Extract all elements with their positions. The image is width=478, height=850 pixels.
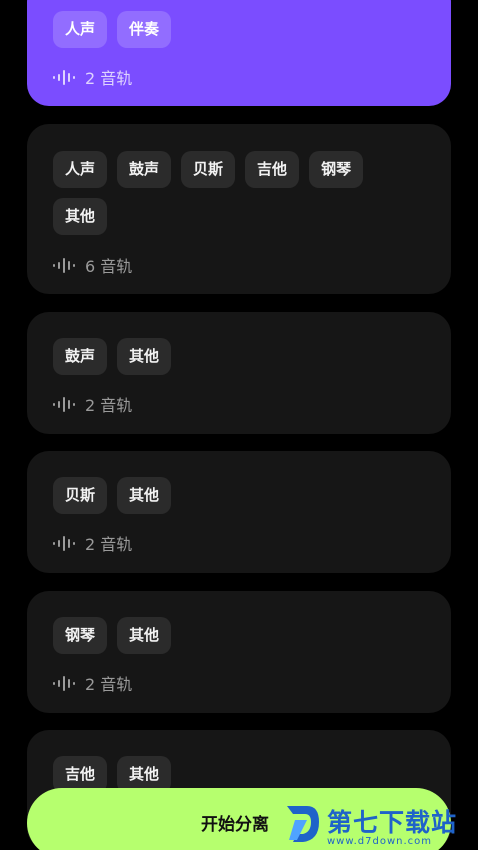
waveform-icon [53,396,75,412]
tag-drums: 鼓声 [117,151,172,188]
tag-other: 其他 [117,338,172,375]
tag-drums: 鼓声 [53,338,108,375]
tag-vocals: 人声 [53,151,108,188]
waveform-icon [53,257,75,273]
watermark-logo: 第七下载站 www.d7down.com [283,798,478,850]
waveform-icon [53,675,75,691]
tag-bass: 贝斯 [181,151,236,188]
track-count: 6 音轨 [85,257,133,276]
track-count: 2 音轨 [85,675,133,694]
option-card-piano-other[interactable]: 钢琴 其他 2 音轨 [27,591,451,713]
watermark-url: www.d7down.com [327,836,433,847]
d7-logo-icon [287,806,319,842]
tag-guitar: 吉他 [245,151,300,188]
option-card-six-tracks[interactable]: 人声 鼓声 贝斯 吉他 钢琴 其他 6 音轨 [27,124,451,294]
option-card-bass-other[interactable]: 贝斯 其他 2 音轨 [27,451,451,573]
tag-accompaniment: 伴奏 [117,11,172,48]
tag-bass: 贝斯 [53,477,108,514]
option-card-drums-other[interactable]: 鼓声 其他 2 音轨 [27,312,451,434]
tag-piano: 钢琴 [309,151,364,188]
tag-vocals: 人声 [53,11,108,48]
option-card-vocals-accompaniment[interactable]: 人声 伴奏 2 音轨 [27,0,451,106]
tag-other: 其他 [117,617,172,654]
tag-other: 其他 [53,198,108,235]
track-count: 2 音轨 [85,535,133,554]
start-separation-label: 开始分离 [201,815,269,835]
tag-other: 其他 [117,477,172,514]
waveform-icon [53,69,75,85]
track-count: 2 音轨 [85,69,133,88]
track-count: 2 音轨 [85,396,133,415]
waveform-icon [53,535,75,551]
tag-piano: 钢琴 [53,617,108,654]
watermark-text: 第七下载站 [327,808,458,837]
